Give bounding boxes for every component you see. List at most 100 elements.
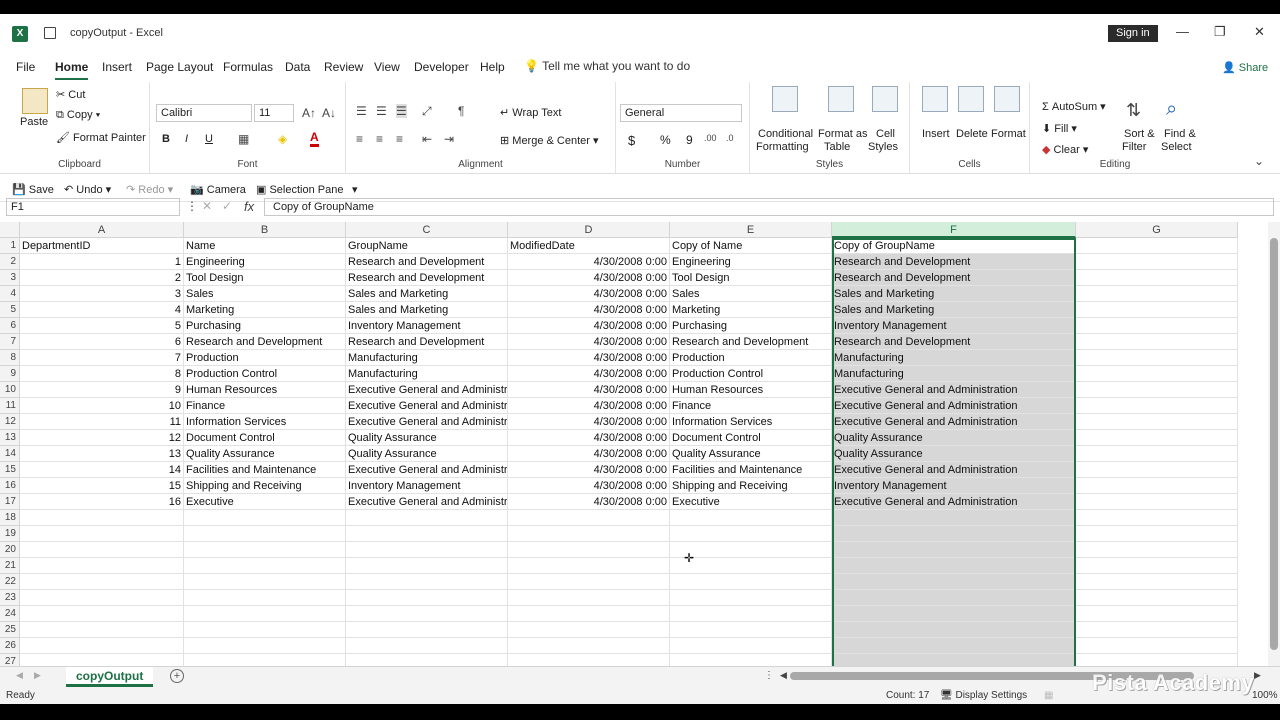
cell[interactable]: Shipping and Receiving (670, 478, 832, 494)
column-header-d[interactable]: D (508, 222, 670, 238)
cell[interactable]: Human Resources (184, 382, 346, 398)
paste-button[interactable]: Paste (20, 116, 48, 128)
cell[interactable]: Information Services (184, 414, 346, 430)
cell[interactable]: Executive General and Administration (832, 414, 1076, 430)
cell[interactable]: 4/30/2008 0:00 (508, 430, 670, 446)
row-header[interactable]: 11 (0, 398, 20, 414)
cell[interactable] (1076, 478, 1238, 494)
cell[interactable]: Production Control (670, 366, 832, 382)
cell[interactable]: 14 (20, 462, 184, 478)
column-header-b[interactable]: B (184, 222, 346, 238)
cell[interactable]: Document Control (184, 430, 346, 446)
cell[interactable]: 16 (20, 494, 184, 510)
tab-help[interactable]: Help (480, 60, 505, 74)
cell[interactable] (184, 638, 346, 654)
merge-center-button[interactable]: ⊞ Merge & Center ▾ (500, 134, 599, 147)
cancel-icon[interactable]: ✕ (202, 199, 212, 213)
cell[interactable] (20, 606, 184, 622)
cell[interactable]: Purchasing (670, 318, 832, 334)
cell[interactable] (20, 638, 184, 654)
cell[interactable]: Executive General and Administration (832, 462, 1076, 478)
cell-styles-label2[interactable]: Styles (868, 141, 898, 153)
row-header[interactable]: 7 (0, 334, 20, 350)
cell[interactable]: 4/30/2008 0:00 (508, 462, 670, 478)
row-header[interactable]: 23 (0, 590, 20, 606)
next-sheet-icon[interactable]: ▶ (34, 670, 41, 681)
cell[interactable] (20, 558, 184, 574)
cell[interactable] (346, 510, 508, 526)
cell[interactable] (832, 606, 1076, 622)
column-header-g[interactable]: G (1076, 222, 1238, 238)
row-header[interactable]: 25 (0, 622, 20, 638)
percent-button[interactable]: % (660, 133, 671, 147)
qat-selection-pane-button[interactable]: ▣ Selection Pane (256, 183, 343, 196)
cell[interactable] (832, 510, 1076, 526)
cell[interactable]: Sales and Marketing (346, 302, 508, 318)
cell[interactable] (508, 526, 670, 542)
cell[interactable] (670, 558, 832, 574)
currency-button[interactable]: $ (628, 133, 635, 148)
row-header[interactable]: 20 (0, 542, 20, 558)
scroll-left-icon[interactable]: ◀ (780, 670, 787, 681)
cell[interactable]: Executive General and Administra (346, 462, 508, 478)
cell[interactable] (832, 542, 1076, 558)
clear-button[interactable]: ◆ Clear ▾ (1042, 143, 1088, 156)
cell[interactable]: Quality Assurance (670, 446, 832, 462)
formula-input[interactable]: Copy of GroupName (264, 198, 1274, 216)
row-header[interactable]: 3 (0, 270, 20, 286)
minimize-icon[interactable]: — (1176, 24, 1189, 39)
cell[interactable] (346, 654, 508, 666)
cell[interactable]: Quality Assurance (184, 446, 346, 462)
cell[interactable] (1076, 286, 1238, 302)
borders-icon[interactable]: ▦ (238, 132, 249, 146)
cell[interactable] (1076, 398, 1238, 414)
row-header[interactable]: 2 (0, 254, 20, 270)
increase-indent-icon[interactable]: ⇥ (444, 132, 454, 146)
column-header-a[interactable]: A (20, 222, 184, 238)
cell[interactable]: 4/30/2008 0:00 (508, 302, 670, 318)
cell[interactable]: Sales and Marketing (832, 302, 1076, 318)
cell[interactable]: 6 (20, 334, 184, 350)
cell[interactable] (670, 574, 832, 590)
cell[interactable] (670, 606, 832, 622)
cell[interactable]: Facilities and Maintenance (670, 462, 832, 478)
cell[interactable] (508, 542, 670, 558)
cell[interactable]: Executive General and Administra (346, 494, 508, 510)
cell[interactable] (1076, 638, 1238, 654)
row-header[interactable]: 21 (0, 558, 20, 574)
cell[interactable] (1076, 414, 1238, 430)
italic-button[interactable]: I (185, 133, 188, 145)
cell[interactable]: ModifiedDate (508, 238, 670, 254)
cell[interactable]: Research and Development (184, 334, 346, 350)
decrease-font-icon[interactable]: A↓ (322, 106, 336, 120)
format-cells-button[interactable]: Format (991, 128, 1026, 140)
cell[interactable]: 4/30/2008 0:00 (508, 334, 670, 350)
conditional-formatting-icon[interactable] (772, 86, 798, 112)
cell[interactable]: Manufacturing (832, 366, 1076, 382)
row-header[interactable]: 16 (0, 478, 20, 494)
cell[interactable] (346, 542, 508, 558)
cell[interactable]: Production Control (184, 366, 346, 382)
underline-button[interactable]: U (205, 133, 213, 145)
cell[interactable]: Information Services (670, 414, 832, 430)
select-all-corner[interactable] (0, 222, 20, 238)
cell[interactable]: Manufacturing (346, 350, 508, 366)
cell[interactable]: 5 (20, 318, 184, 334)
vertical-scroll-thumb[interactable] (1270, 238, 1278, 650)
cell[interactable] (1076, 430, 1238, 446)
font-color-icon[interactable]: A (310, 130, 319, 147)
cell[interactable]: Quality Assurance (832, 446, 1076, 462)
row-header[interactable]: 17 (0, 494, 20, 510)
cell[interactable] (184, 606, 346, 622)
cell[interactable]: 12 (20, 430, 184, 446)
autosum-button[interactable]: Σ AutoSum ▾ (1042, 100, 1106, 113)
align-middle-icon[interactable]: ☰ (376, 104, 387, 118)
insert-cells-icon[interactable] (922, 86, 948, 112)
vertical-scrollbar[interactable] (1268, 222, 1280, 666)
cell[interactable] (1076, 318, 1238, 334)
cell[interactable]: Sales and Marketing (832, 286, 1076, 302)
cell[interactable] (1076, 238, 1238, 254)
restore-icon[interactable]: ❐ (1214, 24, 1226, 40)
cell[interactable]: Sales and Marketing (346, 286, 508, 302)
cell[interactable] (670, 542, 832, 558)
